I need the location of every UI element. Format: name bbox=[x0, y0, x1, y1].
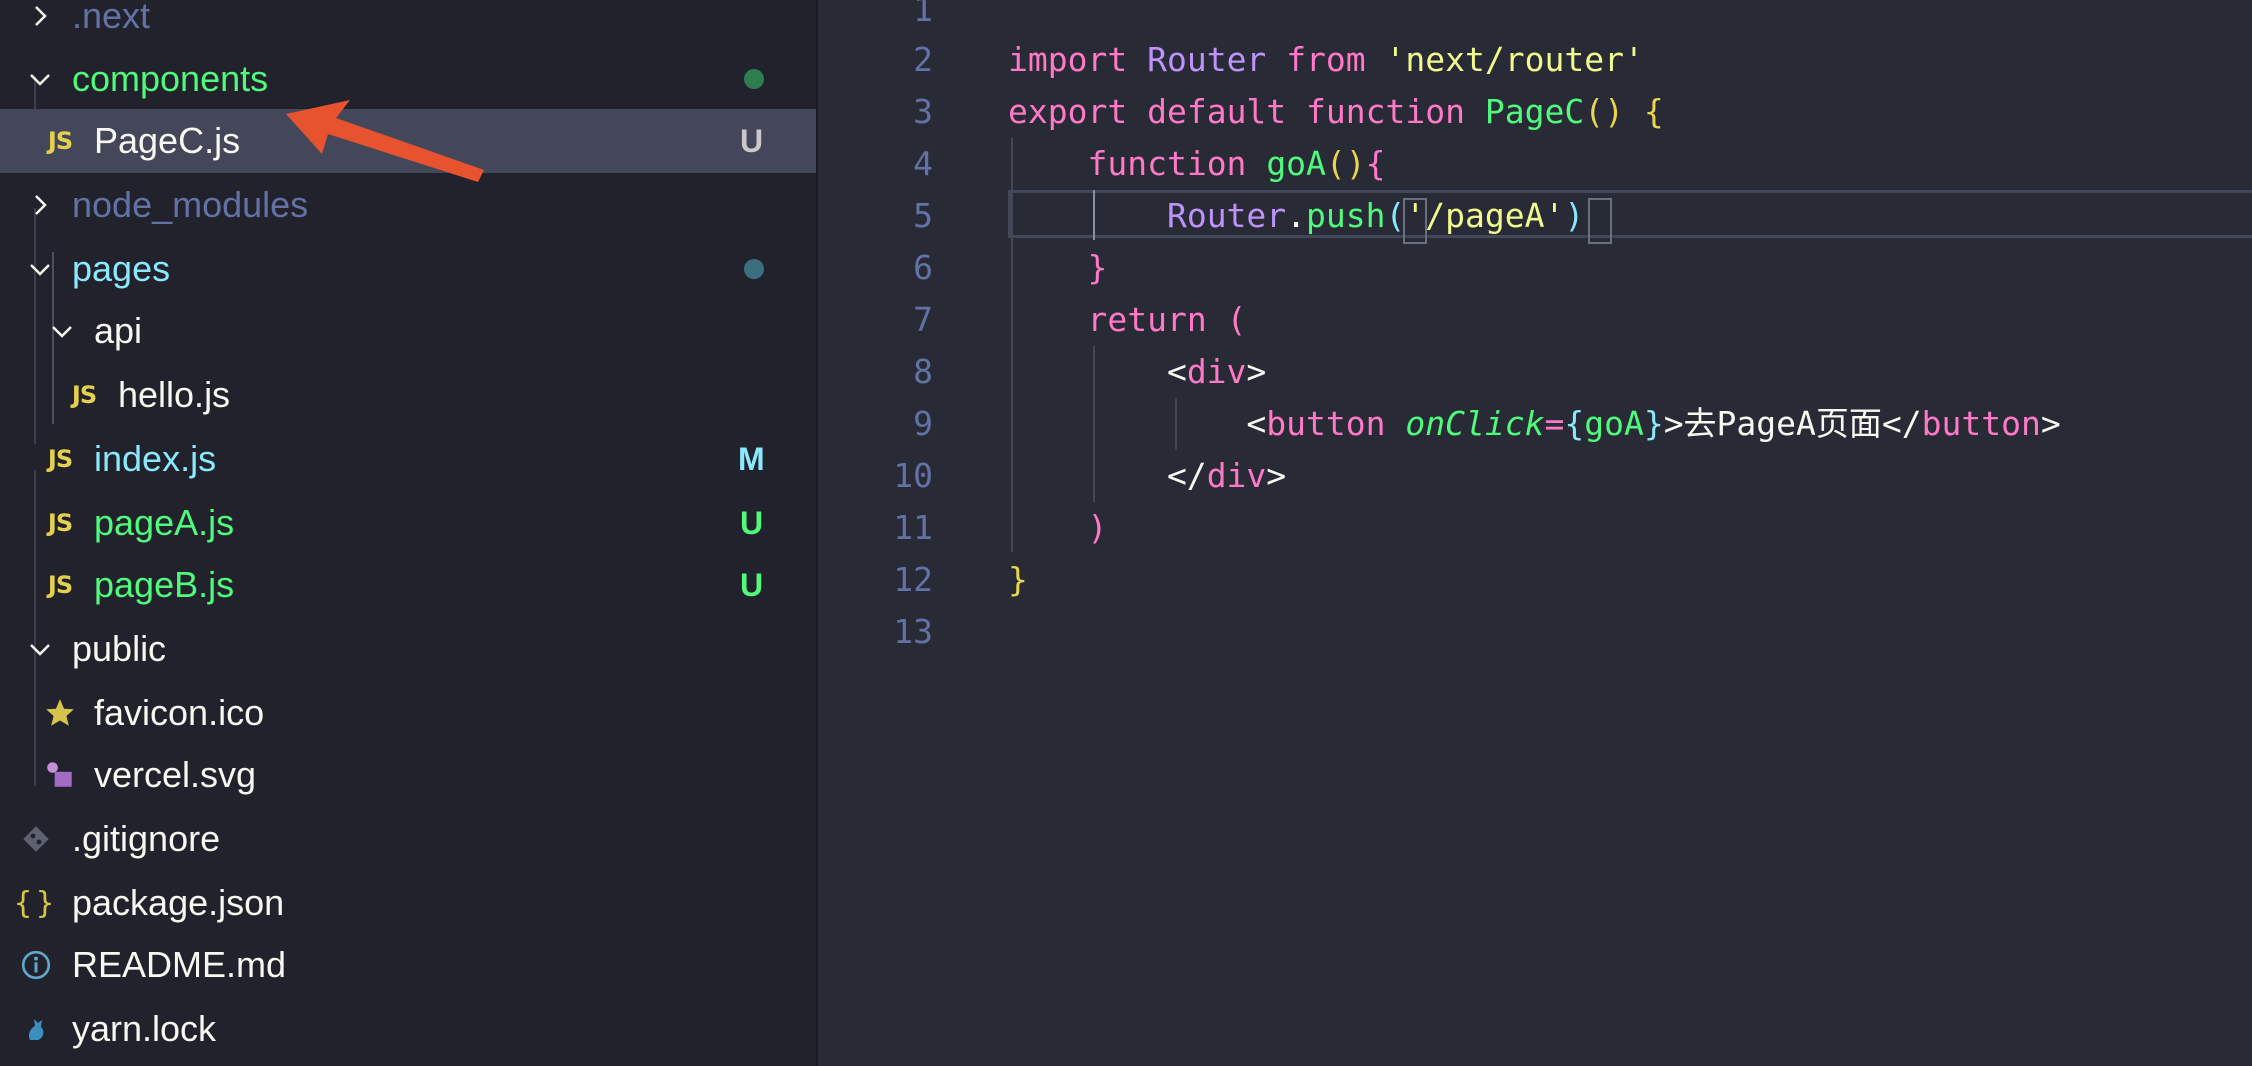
line-number: 8 bbox=[913, 352, 933, 391]
tree-item-label: hello.js bbox=[118, 374, 231, 415]
chevron-down-icon bbox=[44, 299, 80, 363]
javascript-file-icon: JS bbox=[47, 571, 73, 599]
line-number: 11 bbox=[893, 508, 933, 547]
tree-item-label: .gitignore bbox=[72, 818, 221, 859]
tree-file-index[interactable]: JS index.js M bbox=[0, 427, 816, 491]
tree-item-label: .next bbox=[72, 0, 151, 36]
git-status-badge: U bbox=[740, 505, 764, 541]
yarn-cat-icon bbox=[16, 997, 56, 1061]
code-line: function goA(){ bbox=[1087, 144, 1386, 183]
code-line: } bbox=[1008, 560, 1028, 599]
tree-file-gitignore[interactable]: .gitignore bbox=[0, 807, 816, 871]
tree-file-hello[interactable]: JS hello.js bbox=[0, 363, 816, 427]
file-explorer: .next components JS PageC.js U node_modu… bbox=[0, 0, 816, 1066]
tree-item-label: components bbox=[72, 58, 269, 99]
tree-item-label: README.md bbox=[72, 944, 287, 985]
code-line: ) bbox=[1087, 508, 1108, 547]
tree-file-readme[interactable]: README.md bbox=[0, 933, 816, 997]
annotation-arrow bbox=[286, 100, 484, 182]
tree-item-label: package.json bbox=[72, 882, 285, 923]
javascript-file-icon: JS bbox=[47, 445, 73, 473]
line-number: 13 bbox=[893, 612, 933, 651]
line-number: 7 bbox=[913, 300, 933, 339]
code-line: </div> bbox=[1008, 456, 1287, 495]
line-number: 9 bbox=[913, 404, 933, 443]
tree-folder-public[interactable]: public bbox=[0, 617, 816, 681]
javascript-file-icon: JS bbox=[47, 127, 73, 155]
code-line: } bbox=[1087, 248, 1108, 287]
chevron-down-icon bbox=[22, 617, 58, 681]
git-status-badge: M bbox=[738, 441, 765, 477]
tree-folder-pages[interactable]: pages bbox=[0, 237, 816, 301]
tree-item-label: vercel.svg bbox=[94, 754, 257, 795]
javascript-file-icon: JS bbox=[47, 509, 73, 537]
git-icon bbox=[16, 807, 56, 871]
info-icon bbox=[16, 933, 56, 997]
tree-item-label: pages bbox=[72, 248, 171, 289]
tree-item-label: pageA.js bbox=[94, 502, 235, 543]
line-number: 1 bbox=[913, 0, 933, 29]
star-icon bbox=[40, 681, 80, 745]
line-number: 12 bbox=[893, 560, 933, 599]
chevron-right-icon bbox=[22, 0, 58, 48]
tree-item-label: public bbox=[72, 628, 167, 669]
tree-file-yarn-lock[interactable]: yarn.lock bbox=[0, 997, 816, 1061]
tree-folder-api[interactable]: api bbox=[0, 299, 816, 363]
tree-folder-next[interactable]: .next bbox=[0, 0, 816, 48]
code-line: return ( bbox=[1087, 300, 1247, 339]
tree-file-package-json[interactable]: {} package.json bbox=[0, 871, 816, 935]
javascript-file-icon: JS bbox=[71, 381, 97, 409]
tree-item-label: yarn.lock bbox=[72, 1008, 217, 1049]
line-number: 4 bbox=[913, 144, 933, 183]
tree-item-label: PageC.js bbox=[94, 120, 241, 161]
tree-file-pagea[interactable]: JS pageA.js U bbox=[0, 491, 816, 555]
line-number: 5 bbox=[913, 196, 933, 235]
tree-item-label: api bbox=[94, 310, 143, 351]
chevron-down-icon bbox=[22, 47, 58, 111]
tree-item-label: node_modules bbox=[72, 184, 309, 225]
line-number: 2 bbox=[913, 40, 933, 79]
tree-item-label: favicon.ico bbox=[94, 692, 265, 733]
line-number: 3 bbox=[913, 92, 933, 131]
json-braces-icon: {} bbox=[13, 885, 59, 921]
chevron-right-icon bbox=[22, 173, 58, 237]
tree-item-label: index.js bbox=[94, 438, 217, 479]
code-line: Router.push('/pageA') bbox=[1166, 196, 1585, 235]
tree-item-label: pageB.js bbox=[94, 564, 235, 605]
code-line: <div> bbox=[1008, 352, 1267, 391]
code-line: import Router from 'next/router' bbox=[1008, 40, 1644, 79]
tree-file-favicon[interactable]: favicon.ico bbox=[0, 681, 816, 745]
tree-file-vercel[interactable]: vercel.svg bbox=[0, 743, 816, 807]
chevron-down-icon bbox=[22, 237, 58, 301]
code-line: <button onClick={goA}>去PageA页面</button> bbox=[1008, 404, 2061, 443]
code-editor[interactable]: 1 2 3 4 5 6 7 8 9 10 11 12 13 import Rou… bbox=[818, 0, 2252, 1066]
modified-status-dot bbox=[744, 259, 764, 279]
line-number: 10 bbox=[893, 456, 933, 495]
line-number: 6 bbox=[913, 248, 933, 287]
git-status-badge: U bbox=[740, 123, 764, 159]
code-line: export default function PageC() { bbox=[1008, 92, 1664, 131]
git-status-badge: U bbox=[740, 567, 764, 603]
modified-status-dot bbox=[744, 69, 764, 89]
bracket-match-close bbox=[1588, 198, 1612, 244]
svg-file-icon bbox=[40, 743, 80, 807]
tree-file-pageb[interactable]: JS pageB.js U bbox=[0, 553, 816, 617]
